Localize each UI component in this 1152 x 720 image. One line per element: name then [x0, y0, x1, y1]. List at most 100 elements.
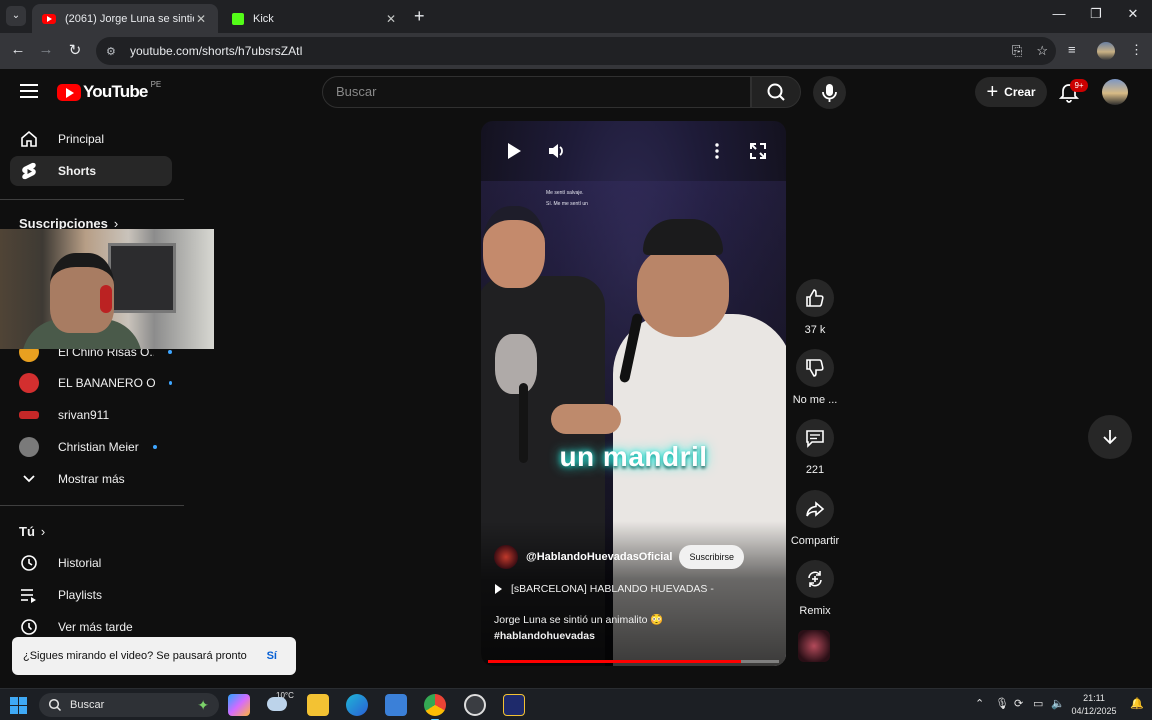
chevron-right-icon: ›	[40, 524, 46, 539]
youtube-masthead: YouTube PE Buscar + Crear 9+	[0, 69, 1152, 115]
forward-icon[interactable]: →	[36, 41, 56, 58]
youtube-logo[interactable]: YouTube PE	[57, 79, 162, 102]
tab-search-button[interactable]: ⌄	[6, 6, 26, 26]
play-button[interactable]	[506, 142, 522, 165]
minimize-icon[interactable]: —	[1044, 6, 1074, 21]
video-title-link[interactable]: [sBARCELONA] HABLANDO HUEVADAS -	[495, 583, 714, 595]
sidebar-item-principal[interactable]: Principal	[10, 124, 172, 154]
weather-cloud-icon[interactable]	[267, 697, 287, 711]
dislike-button[interactable]: No me ...	[788, 349, 842, 406]
sidebar-item-label: Mostrar más	[58, 472, 125, 486]
tab-kick[interactable]: Kick ✕	[222, 4, 408, 33]
clock-date: 04/12/2025	[1071, 706, 1117, 716]
microphone-tray-icon[interactable]: 🎙	[995, 697, 1009, 710]
obs-app-icon[interactable]	[464, 694, 486, 716]
sidebar-item-label: Shorts	[58, 164, 97, 178]
chrome-app-icon[interactable]	[424, 694, 446, 720]
sidebar-item-history[interactable]: Historial	[10, 548, 172, 578]
like-button[interactable]: 37 k	[788, 279, 842, 336]
windows-taskbar: Buscar ✦ 10°C ⌃ 🎙 ⟳ ▭ 🔈 21:11 04/12/2025…	[0, 688, 1152, 720]
app-shortcut-icon[interactable]	[503, 694, 525, 716]
close-window-icon[interactable]: ✕	[1118, 6, 1148, 22]
volume-button[interactable]	[547, 142, 567, 165]
sidebar-item-shorts[interactable]: Shorts	[10, 156, 172, 186]
comments-circle	[796, 419, 834, 457]
tab-title: Kick	[253, 12, 274, 25]
install-app-icon[interactable]: ⎘	[1012, 43, 1022, 59]
toast-message: ¿Sigues mirando el video? Se pausará pro…	[23, 650, 247, 662]
reload-icon[interactable]: ↻	[65, 41, 85, 59]
video-caption-small: Me sentí salvaje.	[546, 190, 584, 196]
sync-tray-icon[interactable]: ⟳	[1014, 697, 1023, 710]
sidebar-item-subscription[interactable]: srivan911	[10, 400, 172, 430]
sound-source-thumbnail[interactable]	[798, 630, 830, 662]
expand-icon	[750, 143, 766, 159]
fullscreen-button[interactable]	[749, 142, 767, 165]
show-hidden-icons[interactable]: ⌃	[975, 697, 984, 710]
more-options-button[interactable]	[713, 142, 721, 165]
notification-badge: 9+	[1070, 79, 1088, 92]
channel-name[interactable]: @HablandoHuevadasOficial	[526, 551, 672, 563]
speaker-tray-icon[interactable]: 🔈	[1051, 697, 1065, 710]
headphones-icon	[100, 285, 112, 313]
microsoft-store-icon[interactable]	[385, 694, 407, 716]
taskbar-search[interactable]: Buscar ✦	[39, 693, 219, 717]
search-input[interactable]: Buscar	[322, 76, 751, 108]
search-button[interactable]	[751, 76, 801, 108]
sidebar-item-label: Principal	[58, 132, 105, 146]
chrome-menu-icon[interactable]: ⋮	[1130, 42, 1143, 58]
video-progress-bar[interactable]	[488, 660, 779, 663]
sidebar-item-label: Historial	[58, 556, 102, 570]
sidebar-item-subscription[interactable]: Christian Meier	[10, 432, 172, 462]
channel-avatar[interactable]	[494, 545, 518, 569]
file-explorer-icon[interactable]	[307, 694, 329, 716]
create-button[interactable]: + Crear	[975, 77, 1047, 107]
reading-list-icon[interactable]: ≡	[1068, 42, 1076, 57]
voice-search-button[interactable]	[813, 76, 846, 109]
channel-avatar	[19, 373, 39, 393]
account-avatar[interactable]	[1102, 79, 1128, 105]
notifications-tray-icon[interactable]: 🔔	[1130, 697, 1144, 710]
close-tab-icon[interactable]: ✕	[384, 12, 398, 26]
widgets-figure-icon: ✦	[197, 696, 209, 713]
hashtag-link[interactable]: #hablandohuevadas	[494, 628, 754, 644]
dislike-label: No me ...	[792, 394, 838, 406]
remix-button[interactable]: Remix	[788, 560, 842, 617]
toast-confirm-button[interactable]: Sí	[267, 650, 277, 662]
comments-button[interactable]: 221	[788, 419, 842, 476]
taskbar-clock[interactable]: 21:11 04/12/2025	[1068, 692, 1120, 718]
windows-start-icon[interactable]	[10, 697, 27, 714]
sidebar-divider	[0, 199, 184, 200]
next-short-button[interactable]	[1088, 415, 1132, 459]
back-icon[interactable]: ←	[8, 41, 28, 58]
clock-time: 21:11	[1083, 693, 1105, 703]
shorts-player[interactable]: Me sentí salvaje. Sí. Me me sentí un un …	[481, 121, 786, 666]
display-tray-icon[interactable]: ▭	[1033, 697, 1043, 710]
more-vertical-icon	[715, 143, 719, 159]
microphone-icon	[822, 84, 837, 102]
still-watching-toast: ¿Sigues mirando el video? Se pausará pro…	[12, 637, 296, 675]
menu-icon[interactable]	[20, 84, 38, 98]
sidebar-item-subscription[interactable]: EL BANANERO OFI...	[10, 368, 172, 398]
channel-avatar	[19, 405, 39, 425]
restore-icon[interactable]: ❐	[1081, 6, 1111, 22]
you-heading[interactable]: Tú ›	[19, 524, 45, 539]
bookmark-star-icon[interactable]: ☆	[1036, 43, 1048, 59]
country-code: PE	[150, 79, 162, 89]
show-more-button[interactable]: Mostrar más	[10, 464, 172, 494]
history-icon	[19, 553, 39, 573]
address-bar[interactable]: ⚙ youtube.com/shorts/h7ubsrsZAtI ⎘ ☆	[96, 37, 1056, 65]
chrome-profile-avatar[interactable]	[1097, 42, 1115, 60]
description-text: Jorge Luna se sintió un animalito 😳	[494, 614, 664, 626]
new-tab-button[interactable]: +	[414, 6, 425, 27]
edge-browser-icon[interactable]	[346, 694, 368, 716]
subscribe-button[interactable]: Suscribirse	[679, 545, 744, 569]
tab-youtube[interactable]: (2061) Jorge Luna se sintió un a ✕	[32, 4, 218, 33]
close-tab-icon[interactable]: ✕	[194, 12, 208, 26]
copilot-app-icon[interactable]	[228, 694, 250, 716]
share-button[interactable]: Compartir	[788, 490, 842, 547]
youtube-favicon-icon	[42, 13, 56, 24]
site-info-icon[interactable]: ⚙	[106, 45, 120, 58]
sidebar-item-playlists[interactable]: Playlists	[10, 580, 172, 610]
like-count: 37 k	[804, 324, 826, 336]
